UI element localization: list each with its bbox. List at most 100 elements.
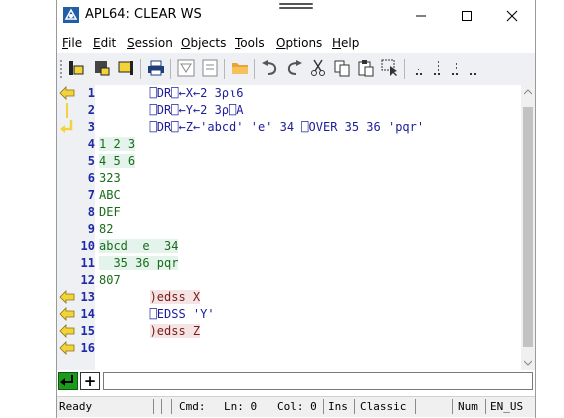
session-line[interactable]: 9 82 <box>57 221 521 238</box>
redo-icon <box>287 60 302 75</box>
dotted-4-button[interactable] <box>463 57 485 79</box>
session-line[interactable]: 14 ⎕EDSS 'Y' <box>57 306 521 323</box>
session-line[interactable]: 15 )edss Z <box>57 323 521 340</box>
input-line-marker-icon <box>59 290 75 304</box>
filter-button[interactable] <box>175 57 197 79</box>
redo-button[interactable] <box>283 57 305 79</box>
menu-bar: File Edit Session Objects Tools Options … <box>57 33 535 53</box>
dotted-1-icon <box>416 69 422 75</box>
tie-right-button[interactable] <box>115 57 137 79</box>
session-line[interactable]: 6 323 <box>57 170 521 187</box>
menu-objects[interactable]: Objects <box>181 36 226 50</box>
session-line[interactable]: 5 4 5 6 <box>57 153 521 170</box>
menu-tools[interactable]: Tools <box>235 36 265 50</box>
paste-button[interactable] <box>355 57 377 79</box>
menu-edit-label: dit <box>100 36 117 50</box>
line-number: 10 <box>80 239 95 253</box>
close-icon <box>506 10 518 21</box>
status-separator <box>161 399 162 414</box>
input-line-marker-icon <box>59 86 75 100</box>
enter-arrow-icon <box>60 375 73 386</box>
status-locale: EN_US <box>490 400 524 413</box>
line-number: 2 <box>87 103 95 117</box>
status-separator <box>452 399 453 414</box>
line-text: DEF <box>99 205 121 219</box>
continuation-bar-icon <box>59 103 75 118</box>
status-bar: Ready Cmd: Ln: 0 Col: 0 Ins Classic Num … <box>57 396 535 417</box>
return-arrow-icon <box>59 120 75 134</box>
toolbar-separator <box>140 59 141 79</box>
session-line[interactable]: 1 ⎕DR⎕←X←2 3⍴⍳6 <box>57 85 521 102</box>
select-button[interactable] <box>379 57 401 79</box>
enter-line-button[interactable] <box>58 372 78 390</box>
session-editor[interactable]: 1 ⎕DR⎕←X←2 3⍴⍳6 2 ⎕DR⎕←Y←2 3⍴⎕A 3 ⎕DR⎕←Z←'… <box>57 85 521 370</box>
session-line[interactable]: 3 ⎕DR⎕←Z←'abcd' 'e' 34 ⎕OVER 35 36 'pqr' <box>57 119 521 136</box>
scroll-up-icon[interactable] <box>524 89 532 95</box>
menu-options[interactable]: Options <box>276 36 322 50</box>
drag-grip-icon[interactable] <box>279 3 313 11</box>
status-separator <box>171 399 172 414</box>
session-line[interactable]: 10 abcd e 34 <box>57 238 521 255</box>
minimize-button[interactable] <box>398 0 444 31</box>
menu-help[interactable]: Help <box>332 36 359 50</box>
command-input[interactable] <box>103 372 533 390</box>
menu-file[interactable]: File <box>62 36 82 50</box>
dotted-2-icon <box>434 61 440 75</box>
scroll-down-icon[interactable] <box>524 360 532 366</box>
copy-button[interactable] <box>331 57 353 79</box>
menu-edit[interactable]: Edit <box>93 36 116 50</box>
status-insert-mode: Ins <box>328 400 348 413</box>
session-line[interactable]: 16 <box>57 340 521 357</box>
select-icon <box>381 59 397 76</box>
menu-session[interactable]: Session <box>127 36 173 50</box>
session-line[interactable]: 2 ⎕DR⎕←Y←2 3⍴⎕A <box>57 102 521 119</box>
tie-left-button[interactable] <box>65 57 87 79</box>
line-number: 9 <box>87 222 95 236</box>
cut-icon <box>311 59 325 76</box>
toolbar-separator <box>170 59 171 79</box>
vertical-scrollbar[interactable] <box>521 85 535 370</box>
cut-button[interactable] <box>307 57 329 79</box>
line-text: )edss X <box>99 290 201 304</box>
print-button[interactable] <box>145 57 167 79</box>
session-line[interactable]: 13 )edss X <box>57 289 521 306</box>
filter-icon <box>177 59 195 77</box>
session-line[interactable]: 12 807 <box>57 272 521 289</box>
document-button[interactable] <box>199 57 221 79</box>
line-text: abcd e 34 <box>99 239 179 253</box>
maximize-button[interactable] <box>444 0 490 31</box>
menu-help-accel: H <box>332 36 342 50</box>
tie-right-icon <box>118 61 133 75</box>
minimize-icon <box>416 15 426 16</box>
line-number: 12 <box>80 273 95 287</box>
line-text: ⎕EDSS 'Y' <box>99 307 215 321</box>
maximize-icon <box>462 10 472 21</box>
status-separator <box>153 399 154 414</box>
menu-session-label: ession <box>134 36 173 50</box>
session-line[interactable]: 7 ABC <box>57 187 521 204</box>
line-number: 5 <box>87 154 95 168</box>
menu-session-accel: S <box>127 36 135 50</box>
tie-down-button[interactable] <box>91 57 113 79</box>
app-icon <box>63 7 79 23</box>
session-line[interactable]: 11 35 36 pqr <box>57 255 521 272</box>
line-text: ⎕DR⎕←X←2 3⍴⍳6 <box>99 86 244 100</box>
line-number: 11 <box>80 256 95 270</box>
status-ready: Ready <box>59 400 93 413</box>
line-text: ⎕DR⎕←Z←'abcd' 'e' 34 ⎕OVER 35 36 'pqr' <box>99 120 425 134</box>
add-line-button[interactable]: + <box>80 372 100 390</box>
open-folder-button[interactable] <box>229 57 251 79</box>
menu-objects-label: bjects <box>190 36 227 50</box>
line-number: 14 <box>80 307 95 321</box>
session-line[interactable]: 8 DEF <box>57 204 521 221</box>
session-line[interactable]: 4 1 2 3 <box>57 136 521 153</box>
status-separator <box>415 399 416 414</box>
line-text: 35 36 pqr <box>99 256 179 270</box>
status-line: Ln: 0 <box>224 400 258 413</box>
undo-button[interactable] <box>259 57 281 79</box>
line-text: 807 <box>99 273 121 287</box>
vertical-scroll-thumb[interactable] <box>523 107 533 347</box>
line-text: 4 5 6 <box>99 154 136 168</box>
status-keyboard-mode: Classic <box>360 400 407 413</box>
close-button[interactable] <box>489 0 535 31</box>
